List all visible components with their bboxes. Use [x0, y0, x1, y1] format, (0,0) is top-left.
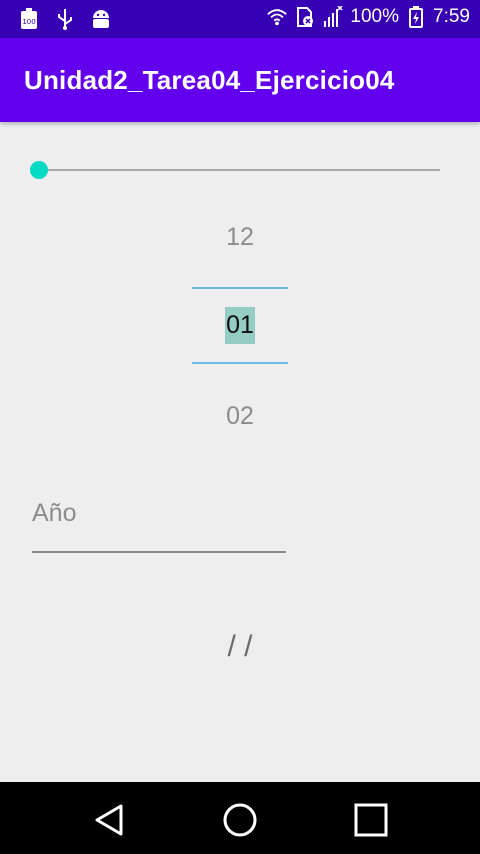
home-button[interactable]	[220, 800, 260, 840]
status-left-icons: 100	[18, 8, 112, 30]
navigation-bar	[0, 782, 480, 854]
seekbar[interactable]	[30, 158, 440, 182]
seekbar-thumb[interactable]	[30, 161, 48, 179]
date-output: / /	[227, 630, 253, 663]
signal-icon	[322, 6, 344, 28]
status-time: 7:59	[433, 6, 470, 27]
app-title: Unidad2_Tarea04_Ejercicio04	[24, 65, 395, 95]
year-input[interactable]	[32, 490, 286, 536]
picker-selected-value[interactable]: 01	[225, 307, 255, 344]
status-right-icons: 100% 7:59	[266, 6, 470, 28]
battery-percent: 100%	[350, 6, 400, 27]
year-field[interactable]	[32, 490, 286, 554]
recents-button[interactable]	[351, 800, 391, 840]
picker-divider-top	[192, 287, 288, 289]
wifi-icon	[266, 6, 288, 28]
recents-icon	[354, 803, 388, 837]
status-bar: 100 100% 7:59	[0, 0, 480, 38]
picker-selected-wrapper[interactable]: 01	[192, 307, 288, 344]
sim-off-icon	[294, 6, 316, 28]
android-debug-icon	[90, 8, 112, 30]
seekbar-track[interactable]	[36, 169, 440, 171]
home-icon	[223, 803, 257, 837]
picker-previous-value[interactable]: 12	[192, 223, 288, 252]
battery-saver-text: 100	[22, 18, 35, 26]
picker-divider-bottom	[192, 362, 288, 364]
battery-charging-icon	[405, 6, 427, 28]
usb-icon	[54, 8, 76, 30]
app-bar: Unidad2_Tarea04_Ejercicio04	[0, 38, 480, 122]
battery-saver-icon: 100	[18, 8, 40, 30]
back-button[interactable]	[89, 800, 129, 840]
year-underline	[32, 551, 286, 553]
back-icon	[95, 804, 123, 836]
month-number-picker[interactable]: 12 01 02	[192, 205, 288, 455]
picker-next-value[interactable]: 02	[192, 402, 288, 431]
